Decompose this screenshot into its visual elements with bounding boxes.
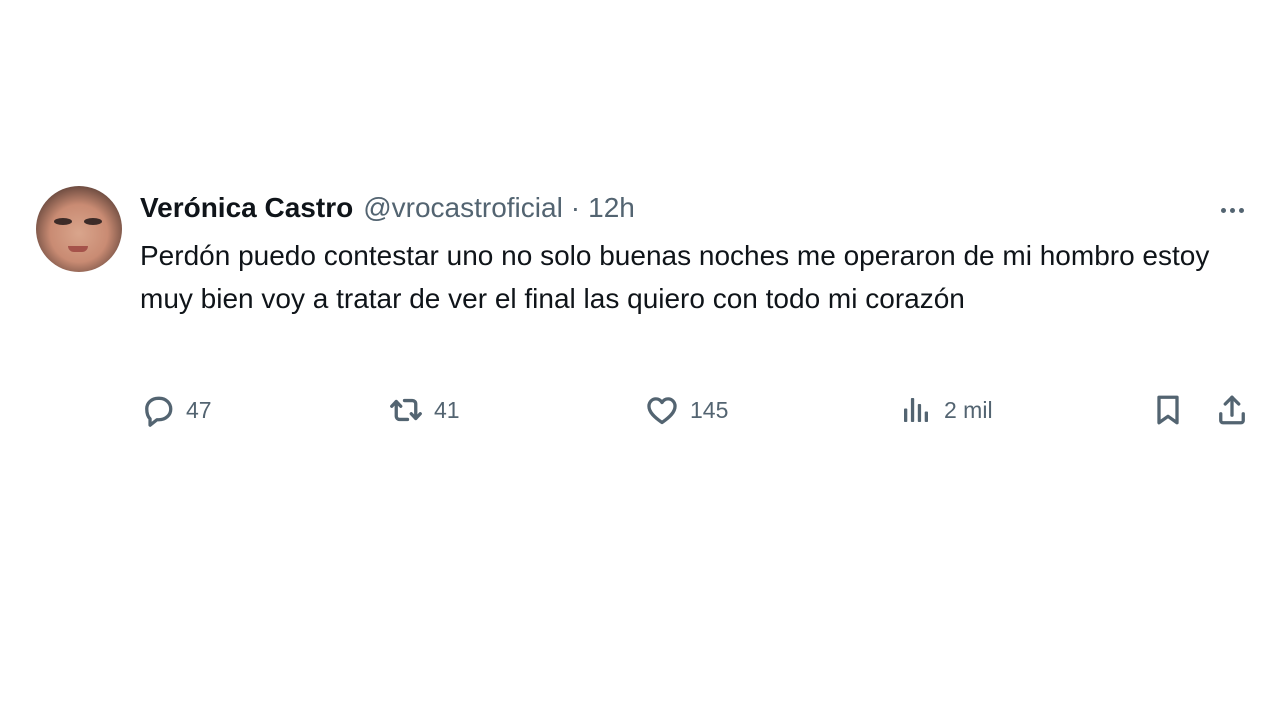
- author-name[interactable]: Verónica Castro: [140, 192, 353, 224]
- heart-icon: [647, 397, 677, 425]
- views-count: 2 mil: [944, 396, 993, 423]
- reply-button[interactable]: 47: [140, 388, 212, 432]
- header-separator: ·: [570, 192, 581, 223]
- more-options-button[interactable]: [1212, 198, 1252, 222]
- bookmark-icon: [1157, 395, 1179, 425]
- retweet-icon: [390, 398, 422, 422]
- page: Verónica Castro @vrocastroficial · 12h P…: [0, 0, 1280, 720]
- share-icon: [1219, 395, 1245, 425]
- bookmark-button[interactable]: [1150, 388, 1186, 432]
- avatar[interactable]: [36, 186, 122, 272]
- retweet-button[interactable]: 41: [388, 388, 460, 432]
- author-handle[interactable]: @vrocastroficial: [363, 192, 563, 224]
- more-horizontal-icon: [1220, 207, 1226, 213]
- tweet-timestamp[interactable]: 12h: [588, 192, 635, 224]
- reply-icon: [145, 396, 173, 427]
- avatar-eye-left: [54, 218, 72, 225]
- like-button[interactable]: 145: [644, 388, 728, 432]
- tweet-actions: 47 41 145 2 mil: [138, 388, 1258, 432]
- share-button[interactable]: [1214, 388, 1250, 432]
- views-button[interactable]: 2 mil: [898, 388, 993, 432]
- retweet-count: 41: [434, 396, 460, 423]
- avatar-eye-right: [84, 218, 102, 225]
- reply-count: 47: [186, 396, 212, 423]
- views-icon: [904, 398, 928, 422]
- like-count: 145: [690, 396, 729, 423]
- tweet-header: Verónica Castro @vrocastroficial · 12h: [140, 192, 635, 226]
- avatar-mouth: [68, 246, 88, 252]
- tweet-text: Perdón puedo contestar uno no solo buena…: [140, 240, 1210, 314]
